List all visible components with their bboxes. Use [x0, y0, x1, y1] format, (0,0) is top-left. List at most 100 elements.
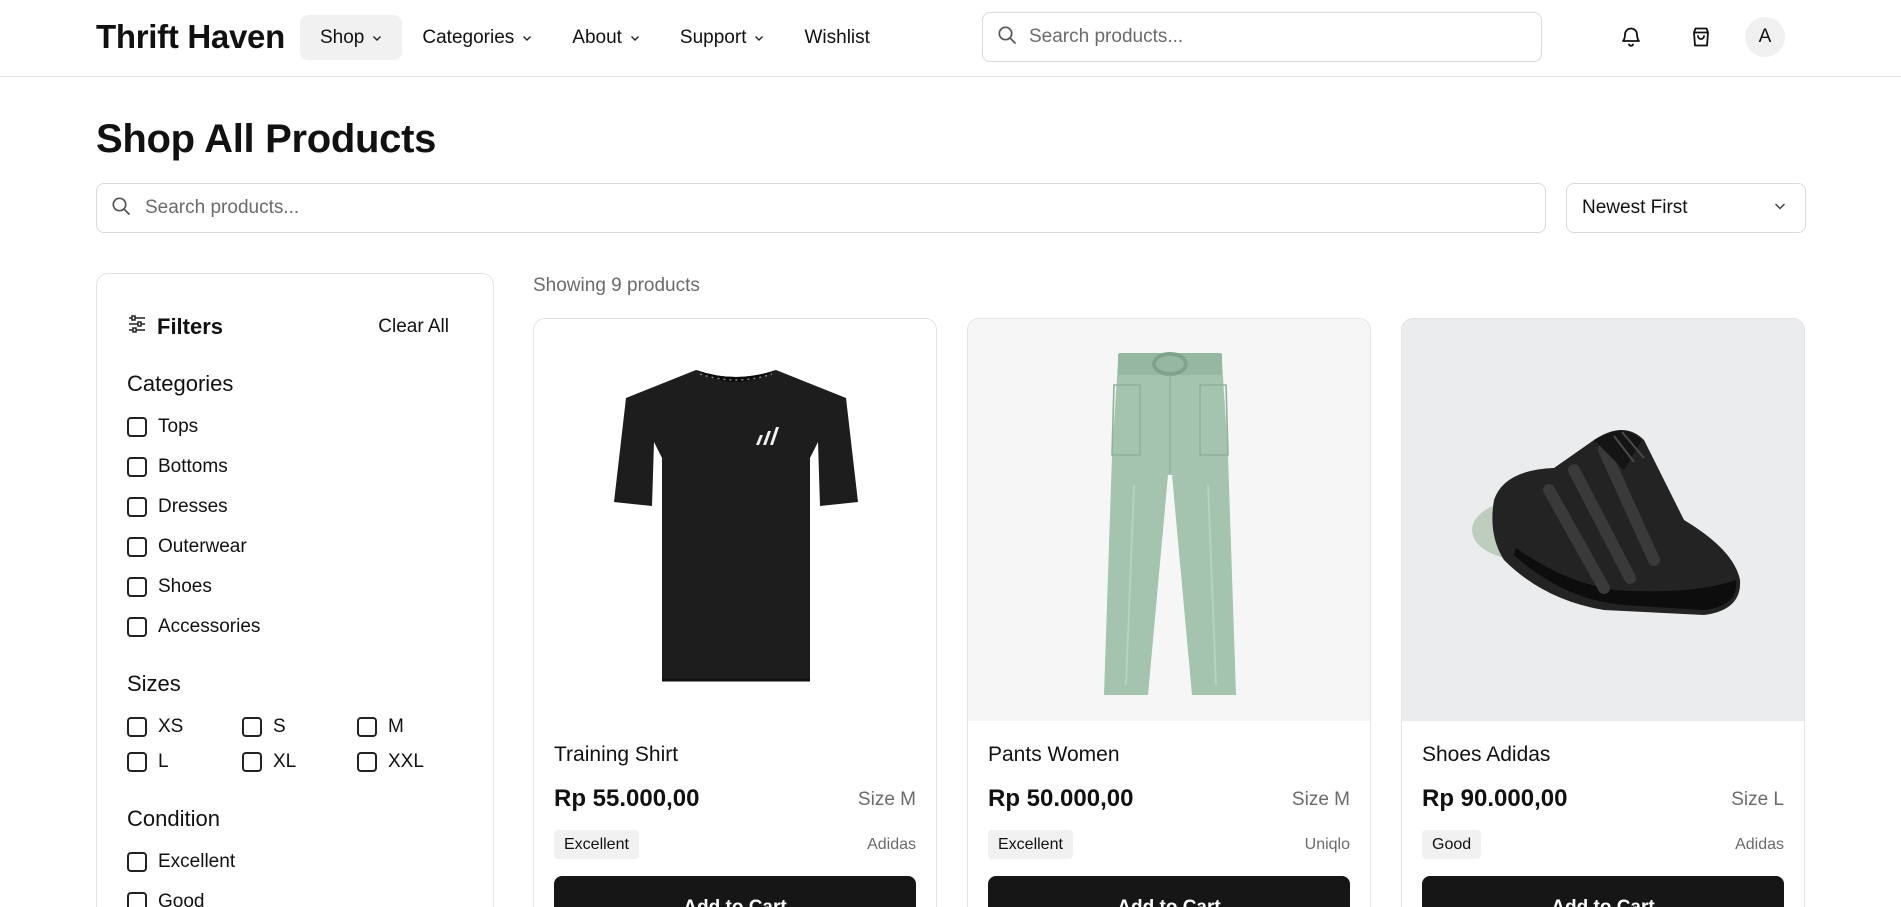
checkbox[interactable] [127, 537, 147, 557]
size-xl-checkbox[interactable]: XL [242, 751, 296, 773]
product-search-input[interactable] [145, 197, 1531, 219]
checkbox[interactable] [357, 717, 377, 737]
sizes-heading: Sizes [127, 671, 181, 696]
condition-badge: Excellent [554, 830, 639, 859]
checkbox[interactable] [127, 417, 147, 437]
checkbox-label: M [388, 716, 404, 737]
category-outerwear-checkbox[interactable]: Outerwear [127, 536, 247, 558]
category-bottoms-checkbox[interactable]: Bottoms [127, 456, 228, 478]
checkbox-label: XS [158, 716, 184, 737]
size-l-checkbox[interactable]: L [127, 751, 169, 773]
product-card[interactable]: Training Shirt Rp 55.000,00 Size M Excel… [533, 318, 937, 907]
add-to-cart-button[interactable]: Add to Cart [1422, 876, 1784, 907]
nav-shop-label: Shop [320, 26, 365, 48]
checkbox[interactable] [127, 752, 147, 772]
category-shoes-checkbox[interactable]: Shoes [127, 576, 212, 598]
checkbox[interactable] [127, 617, 147, 637]
product-price: Rp 50.000,00 [988, 785, 1134, 812]
checkbox-label: XXL [388, 751, 424, 772]
product-size: Size M [1291, 789, 1350, 810]
nav-categories-label: Categories [422, 26, 515, 48]
product-brand: Adidas [1735, 836, 1784, 853]
product-image-pants[interactable] [968, 319, 1370, 721]
user-avatar[interactable]: A [1745, 17, 1785, 57]
category-dresses-checkbox[interactable]: Dresses [127, 496, 228, 518]
checkbox[interactable] [127, 457, 147, 477]
product-brand: Uniqlo [1304, 836, 1350, 853]
header-search-box[interactable] [982, 12, 1542, 62]
top-navigation-bar: Thrift Haven Shop Categories About Suppo… [0, 0, 1901, 77]
bell-icon[interactable] [1611, 17, 1651, 57]
product-card[interactable]: Shoes Adidas Rp 90.000,00 Size L Good Ad… [1401, 318, 1805, 907]
checkbox[interactable] [127, 852, 147, 872]
main-nav: Shop Categories About Support Wishlist [300, 15, 890, 60]
nav-shop[interactable]: Shop [300, 15, 403, 60]
add-to-cart-button[interactable]: Add to Cart [988, 876, 1350, 907]
checkbox-label: Excellent [158, 851, 236, 872]
checkbox-label: Accessories [158, 616, 261, 637]
chevron-down-icon [1773, 197, 1787, 219]
header-search-input[interactable] [1029, 26, 1527, 48]
category-tops-checkbox[interactable]: Tops [127, 416, 198, 438]
condition-badge: Good [1422, 830, 1482, 859]
sort-select-value: Newest First [1582, 197, 1688, 218]
checkbox-label: Outerwear [158, 536, 247, 557]
condition-excellent-checkbox[interactable]: Excellent [127, 851, 235, 873]
page-title: Shop All Products [96, 117, 437, 161]
chevron-down-icon [630, 33, 640, 43]
condition-good-checkbox[interactable]: Good [127, 891, 204, 907]
product-search-box[interactable] [96, 183, 1546, 233]
filters-title: Filters [157, 314, 224, 339]
chevron-down-icon [372, 33, 382, 43]
size-xs-checkbox[interactable]: XS [127, 716, 183, 738]
checkbox[interactable] [357, 752, 377, 772]
filters-header: Filters [127, 314, 223, 340]
chevron-down-icon [754, 33, 764, 43]
sliders-icon [127, 314, 147, 340]
checkbox[interactable] [242, 717, 262, 737]
checkbox[interactable] [242, 752, 262, 772]
checkbox-label: XL [273, 751, 297, 772]
nav-about-label: About [572, 26, 622, 48]
checkbox[interactable] [127, 717, 147, 737]
checkbox-label: Dresses [158, 496, 228, 517]
product-size: Size L [1731, 789, 1784, 810]
nav-wishlist[interactable]: Wishlist [784, 15, 889, 60]
checkbox-label: L [158, 751, 169, 772]
filters-panel: Filters Clear All Categories Tops Bottom… [96, 273, 494, 907]
search-icon [111, 196, 131, 221]
nav-wishlist-label: Wishlist [804, 26, 870, 48]
checkbox-label: Shoes [158, 576, 212, 597]
results-count: Showing 9 products [533, 275, 700, 296]
product-image-sneaker[interactable] [1402, 319, 1804, 721]
product-card[interactable]: Pants Women Rp 50.000,00 Size M Excellen… [967, 318, 1371, 907]
product-price: Rp 55.000,00 [554, 785, 700, 812]
categories-heading: Categories [127, 371, 234, 396]
nav-categories[interactable]: Categories [402, 15, 552, 60]
checkbox[interactable] [127, 892, 147, 907]
condition-badge: Excellent [988, 830, 1073, 859]
product-name[interactable]: Shoes Adidas [1422, 743, 1550, 767]
brand-logo[interactable]: Thrift Haven [96, 18, 285, 56]
nav-about[interactable]: About [552, 15, 660, 60]
product-name[interactable]: Pants Women [988, 743, 1120, 767]
nav-support[interactable]: Support [660, 15, 785, 60]
size-xxl-checkbox[interactable]: XXL [357, 751, 424, 773]
clear-all-button[interactable]: Clear All [378, 316, 449, 338]
product-size: Size M [857, 789, 916, 810]
checkbox[interactable] [127, 577, 147, 597]
chevron-down-icon [522, 33, 532, 43]
product-image-tshirt[interactable] [534, 319, 936, 721]
sort-select[interactable]: Newest First [1566, 183, 1806, 233]
product-brand: Adidas [867, 836, 916, 853]
checkbox-label: Tops [158, 416, 199, 437]
checkbox[interactable] [127, 497, 147, 517]
product-name[interactable]: Training Shirt [554, 743, 678, 767]
checkbox-label: S [273, 716, 286, 737]
shopping-bag-icon[interactable] [1681, 17, 1721, 57]
search-icon [997, 25, 1017, 50]
add-to-cart-button[interactable]: Add to Cart [554, 876, 916, 907]
size-s-checkbox[interactable]: S [242, 716, 286, 738]
size-m-checkbox[interactable]: M [357, 716, 404, 738]
category-accessories-checkbox[interactable]: Accessories [127, 616, 260, 638]
